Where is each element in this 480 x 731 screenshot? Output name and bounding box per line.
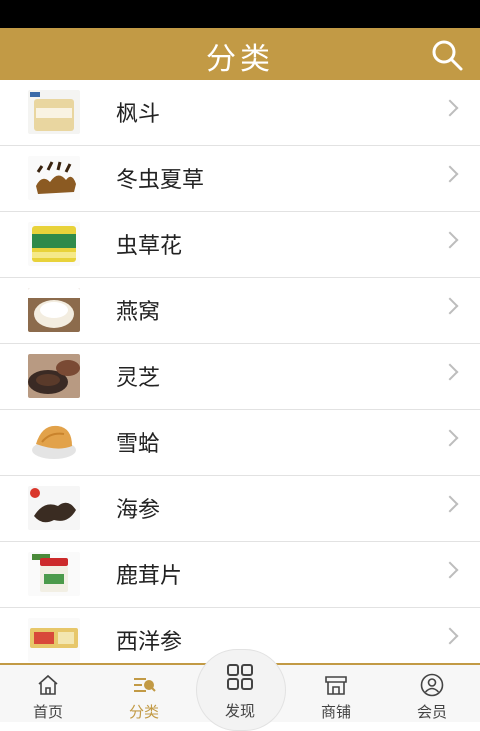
category-row-birds-nest[interactable]: 燕窝	[0, 278, 480, 344]
tab-category[interactable]: 分类	[96, 665, 192, 722]
category-label: 燕窝	[116, 300, 161, 325]
page-title: 分类	[206, 42, 274, 77]
tab-label: 分类	[128, 703, 159, 721]
chevron-right-icon	[441, 297, 459, 315]
tab-label: 发现	[224, 702, 255, 720]
chevron-right-icon	[441, 429, 459, 447]
sea-cucumber-image	[28, 486, 80, 530]
tab-discover[interactable]: 发现	[192, 649, 288, 731]
tab-label: 首页	[32, 703, 63, 721]
bottom-tab-bar: 首页 分类 发现 商铺 会员	[0, 649, 480, 731]
tab-label: 会员	[416, 703, 447, 721]
category-label: 灵芝	[116, 366, 161, 391]
category-row-fengdou[interactable]: 枫斗	[0, 80, 480, 146]
search-icon[interactable]	[430, 38, 464, 72]
shop-icon	[325, 676, 347, 695]
ginseng-box-image	[28, 618, 80, 662]
reishi-image	[28, 354, 80, 398]
category-label: 枫斗	[116, 102, 161, 127]
category-icon	[134, 678, 156, 692]
category-row-snow-frog[interactable]: 雪蛤	[0, 410, 480, 476]
grid-icon	[227, 664, 253, 690]
tab-label: 商铺	[320, 703, 351, 721]
category-label: 海参	[116, 498, 161, 523]
category-row-deer-antler[interactable]: 鹿茸片	[0, 542, 480, 608]
category-label: 虫草花	[116, 234, 183, 259]
category-label: 鹿茸片	[116, 564, 183, 589]
category-label: 雪蛤	[116, 432, 161, 457]
chevron-right-icon	[441, 363, 459, 381]
category-row-cordyceps[interactable]: 冬虫夏草	[0, 146, 480, 212]
status-bar	[0, 0, 480, 28]
tab-home[interactable]: 首页	[0, 665, 96, 722]
birds-nest-image	[28, 288, 80, 332]
deer-antler-jar-image	[28, 552, 80, 596]
tab-shop[interactable]: 商铺	[288, 665, 384, 722]
chevron-right-icon	[441, 495, 459, 513]
cordyceps-flower-can-image	[28, 222, 80, 266]
category-row-reishi[interactable]: 灵芝	[0, 344, 480, 410]
category-row-sea-cucumber[interactable]: 海参	[0, 476, 480, 542]
category-label: 冬虫夏草	[116, 168, 205, 193]
product-box-image	[28, 90, 80, 134]
cordyceps-image	[28, 156, 80, 200]
tab-member[interactable]: 会员	[384, 665, 480, 722]
category-row-cordyceps-flower[interactable]: 虫草花	[0, 212, 480, 278]
snow-frog-image	[28, 420, 80, 464]
chevron-right-icon	[441, 165, 459, 183]
chevron-right-icon	[441, 561, 459, 579]
home-icon	[38, 674, 58, 695]
category-label: 西洋参	[116, 630, 183, 655]
user-icon	[420, 673, 444, 697]
chevron-right-icon	[441, 99, 459, 117]
category-list: 枫斗 冬虫夏草 虫草花 燕窝 灵芝 雪蛤 海参 鹿茸片 西洋参	[0, 80, 480, 674]
chevron-right-icon	[441, 627, 459, 645]
chevron-right-icon	[441, 231, 459, 249]
app-header: 分类	[0, 28, 480, 80]
